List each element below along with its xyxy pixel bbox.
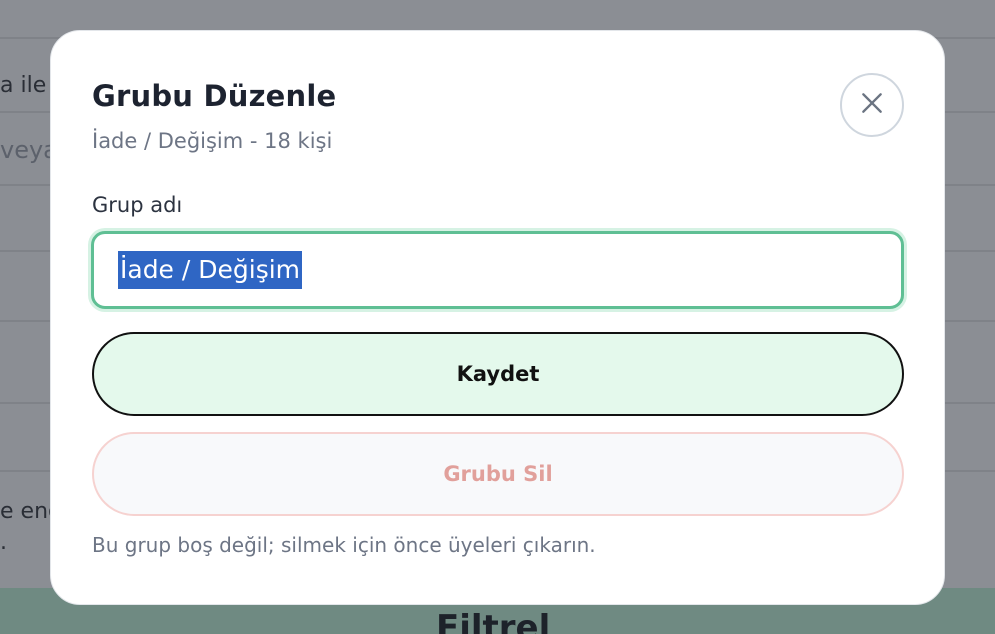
background-row-text: .: [0, 530, 7, 555]
group-name-label: Grup adı: [92, 193, 183, 217]
edit-group-modal: Grubu Düzenle İade / Değişim - 18 kişi G…: [50, 30, 945, 605]
background-row-text: a ile: [0, 73, 47, 98]
delete-hint: Bu grup boş değil; silmek için önce üyel…: [92, 533, 596, 557]
group-name-input[interactable]: İade / Değişim: [91, 231, 904, 309]
close-button[interactable]: [840, 73, 904, 137]
background-footer-title: Filtrel: [436, 608, 551, 634]
modal-title: Grubu Düzenle: [92, 79, 337, 113]
group-name-input-value[interactable]: İade / Değişim: [118, 251, 303, 289]
delete-group-button[interactable]: Grubu Sil: [92, 432, 904, 516]
close-icon: [859, 90, 885, 120]
modal-subtitle: İade / Değişim - 18 kişi: [92, 129, 333, 153]
save-button[interactable]: Kaydet: [92, 332, 904, 416]
